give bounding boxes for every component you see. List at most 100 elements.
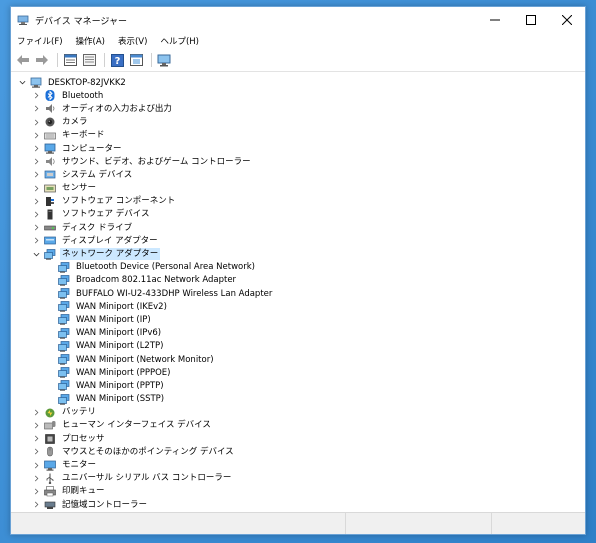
tree-category[interactable]: バッテリ [11, 406, 585, 419]
monitor-icon [44, 460, 56, 471]
printer-icon [44, 486, 56, 497]
menu-file[interactable]: ファイル(F) [17, 35, 63, 47]
chevron-right-icon [34, 211, 38, 218]
svg-text:?: ? [114, 56, 120, 67]
tree-category[interactable]: ディスプレイ アダプター [11, 234, 585, 247]
mouse-icon [44, 446, 56, 457]
expand-toggle[interactable] [31, 183, 41, 193]
tree-device-item[interactable]: WAN Miniport (Network Monitor) [11, 353, 585, 366]
bluetooth-icon [44, 90, 56, 102]
expand-toggle[interactable] [31, 170, 41, 180]
expand-toggle[interactable] [31, 407, 41, 417]
status-segment [492, 513, 585, 534]
tree-device-item[interactable]: WAN Miniport (PPTP) [11, 379, 585, 392]
tree-item-label: Broadcom 802.11ac Network Adapter [76, 275, 237, 286]
expand-toggle[interactable] [31, 434, 41, 444]
back-button[interactable] [15, 52, 31, 68]
tree-category[interactable]: 印刷キュー [11, 485, 585, 498]
tree-device-item[interactable]: WAN Miniport (L2TP) [11, 340, 585, 353]
status-segment [346, 513, 492, 534]
tree-item-label: システム デバイス [62, 169, 133, 180]
tree-category[interactable]: カメラ [11, 116, 585, 129]
device-list-icon [82, 54, 96, 66]
chevron-down-icon [33, 252, 39, 256]
maximize-button[interactable] [513, 7, 549, 33]
status-bar [11, 512, 585, 534]
network-adapter-icon [44, 248, 56, 260]
tree-device-item[interactable]: Bluetooth Device (Personal Area Network) [11, 261, 585, 274]
close-button[interactable] [549, 7, 585, 33]
tree-device-item[interactable]: WAN Miniport (IP) [11, 313, 585, 326]
disk-drive-icon [44, 222, 56, 233]
tree-item-label: WAN Miniport (SSTP) [76, 394, 165, 405]
expand-toggle[interactable] [31, 157, 41, 167]
tree-item-label: プロセッサ [62, 433, 105, 444]
tree-category[interactable]: キーボード [11, 129, 585, 142]
properties-button[interactable] [62, 52, 78, 68]
expand-toggle[interactable] [31, 447, 41, 457]
device-manager-icon [17, 15, 29, 25]
tree-item-label: カメラ [62, 117, 88, 128]
tree-root-computer[interactable]: DESKTOP-82JVKK2 [11, 76, 585, 89]
title-bar[interactable]: デバイス マネージャー [11, 7, 585, 33]
collapse-toggle[interactable] [31, 249, 41, 259]
help-button[interactable]: ? [109, 52, 125, 68]
expand-toggle[interactable] [31, 236, 41, 246]
tree-category[interactable]: マウスとそのほかのポインティング デバイス [11, 445, 585, 458]
menu-action[interactable]: 操作(A) [76, 35, 105, 47]
tree-category[interactable]: オーディオの入力および出力 [11, 102, 585, 115]
expand-toggle[interactable] [31, 104, 41, 114]
tree-category[interactable]: ソフトウェア コンポーネント [11, 195, 585, 208]
expand-toggle[interactable] [31, 91, 41, 101]
tree-device-item[interactable]: WAN Miniport (PPPOE) [11, 366, 585, 379]
menu-help[interactable]: ヘルプ(H) [160, 35, 199, 47]
device-list-button[interactable] [81, 52, 97, 68]
tree-category[interactable]: システム デバイス [11, 168, 585, 181]
collapse-toggle[interactable] [17, 78, 27, 88]
tree-device-item[interactable]: Broadcom 802.11ac Network Adapter [11, 274, 585, 287]
chevron-right-icon [34, 92, 38, 99]
tree-item-label: WAN Miniport (Network Monitor) [76, 354, 214, 365]
tree-device-item[interactable]: BUFFALO WI-U2-433DHP Wireless Lan Adapte… [11, 287, 585, 300]
chevron-right-icon [34, 448, 38, 455]
tree-item-label: WAN Miniport (IP) [76, 314, 151, 325]
tree-category[interactable]: モニター [11, 458, 585, 471]
software-component-icon [44, 196, 56, 207]
expand-toggle[interactable] [31, 196, 41, 206]
tree-item-label: WAN Miniport (IKEv2) [76, 301, 167, 312]
expand-toggle[interactable] [31, 420, 41, 430]
expand-toggle[interactable] [31, 460, 41, 470]
speaker-icon [44, 103, 56, 114]
tree-category[interactable]: Bluetooth [11, 89, 585, 102]
expand-toggle[interactable] [31, 144, 41, 154]
tree-category[interactable]: ユニバーサル シリアル バス コントローラー [11, 472, 585, 485]
tree-device-item[interactable]: WAN Miniport (IKEv2) [11, 300, 585, 313]
tree-category[interactable]: センサー [11, 182, 585, 195]
tree-category[interactable]: 記憶域コントローラー [11, 498, 585, 511]
expand-toggle[interactable] [31, 223, 41, 233]
tree-category[interactable]: コンピューター [11, 142, 585, 155]
tree-device-item[interactable]: WAN Miniport (SSTP) [11, 393, 585, 406]
tree-category[interactable]: ディスク ドライブ [11, 221, 585, 234]
system-device-icon [44, 169, 56, 180]
tree-category[interactable]: ソフトウェア デバイス [11, 208, 585, 221]
expand-toggle[interactable] [31, 117, 41, 127]
expand-toggle[interactable] [31, 486, 41, 496]
expand-toggle[interactable] [31, 209, 41, 219]
expand-toggle[interactable] [31, 473, 41, 483]
scan-hardware-button[interactable] [156, 52, 172, 68]
minimize-button[interactable] [477, 7, 513, 33]
chevron-right-icon [34, 422, 38, 429]
expand-toggle[interactable] [31, 500, 41, 510]
tree-category[interactable]: プロセッサ [11, 432, 585, 445]
tree-category[interactable]: ネットワーク アダプター [11, 247, 585, 261]
update-driver-button[interactable] [128, 52, 144, 68]
tree-device-item[interactable]: WAN Miniport (IPv6) [11, 327, 585, 340]
tree-category[interactable]: ヒューマン インターフェイス デバイス [11, 419, 585, 432]
menu-view[interactable]: 表示(V) [118, 35, 147, 47]
expand-toggle[interactable] [31, 130, 41, 140]
tree-category[interactable]: サウンド、ビデオ、およびゲーム コントローラー [11, 155, 585, 168]
forward-button[interactable] [34, 52, 50, 68]
